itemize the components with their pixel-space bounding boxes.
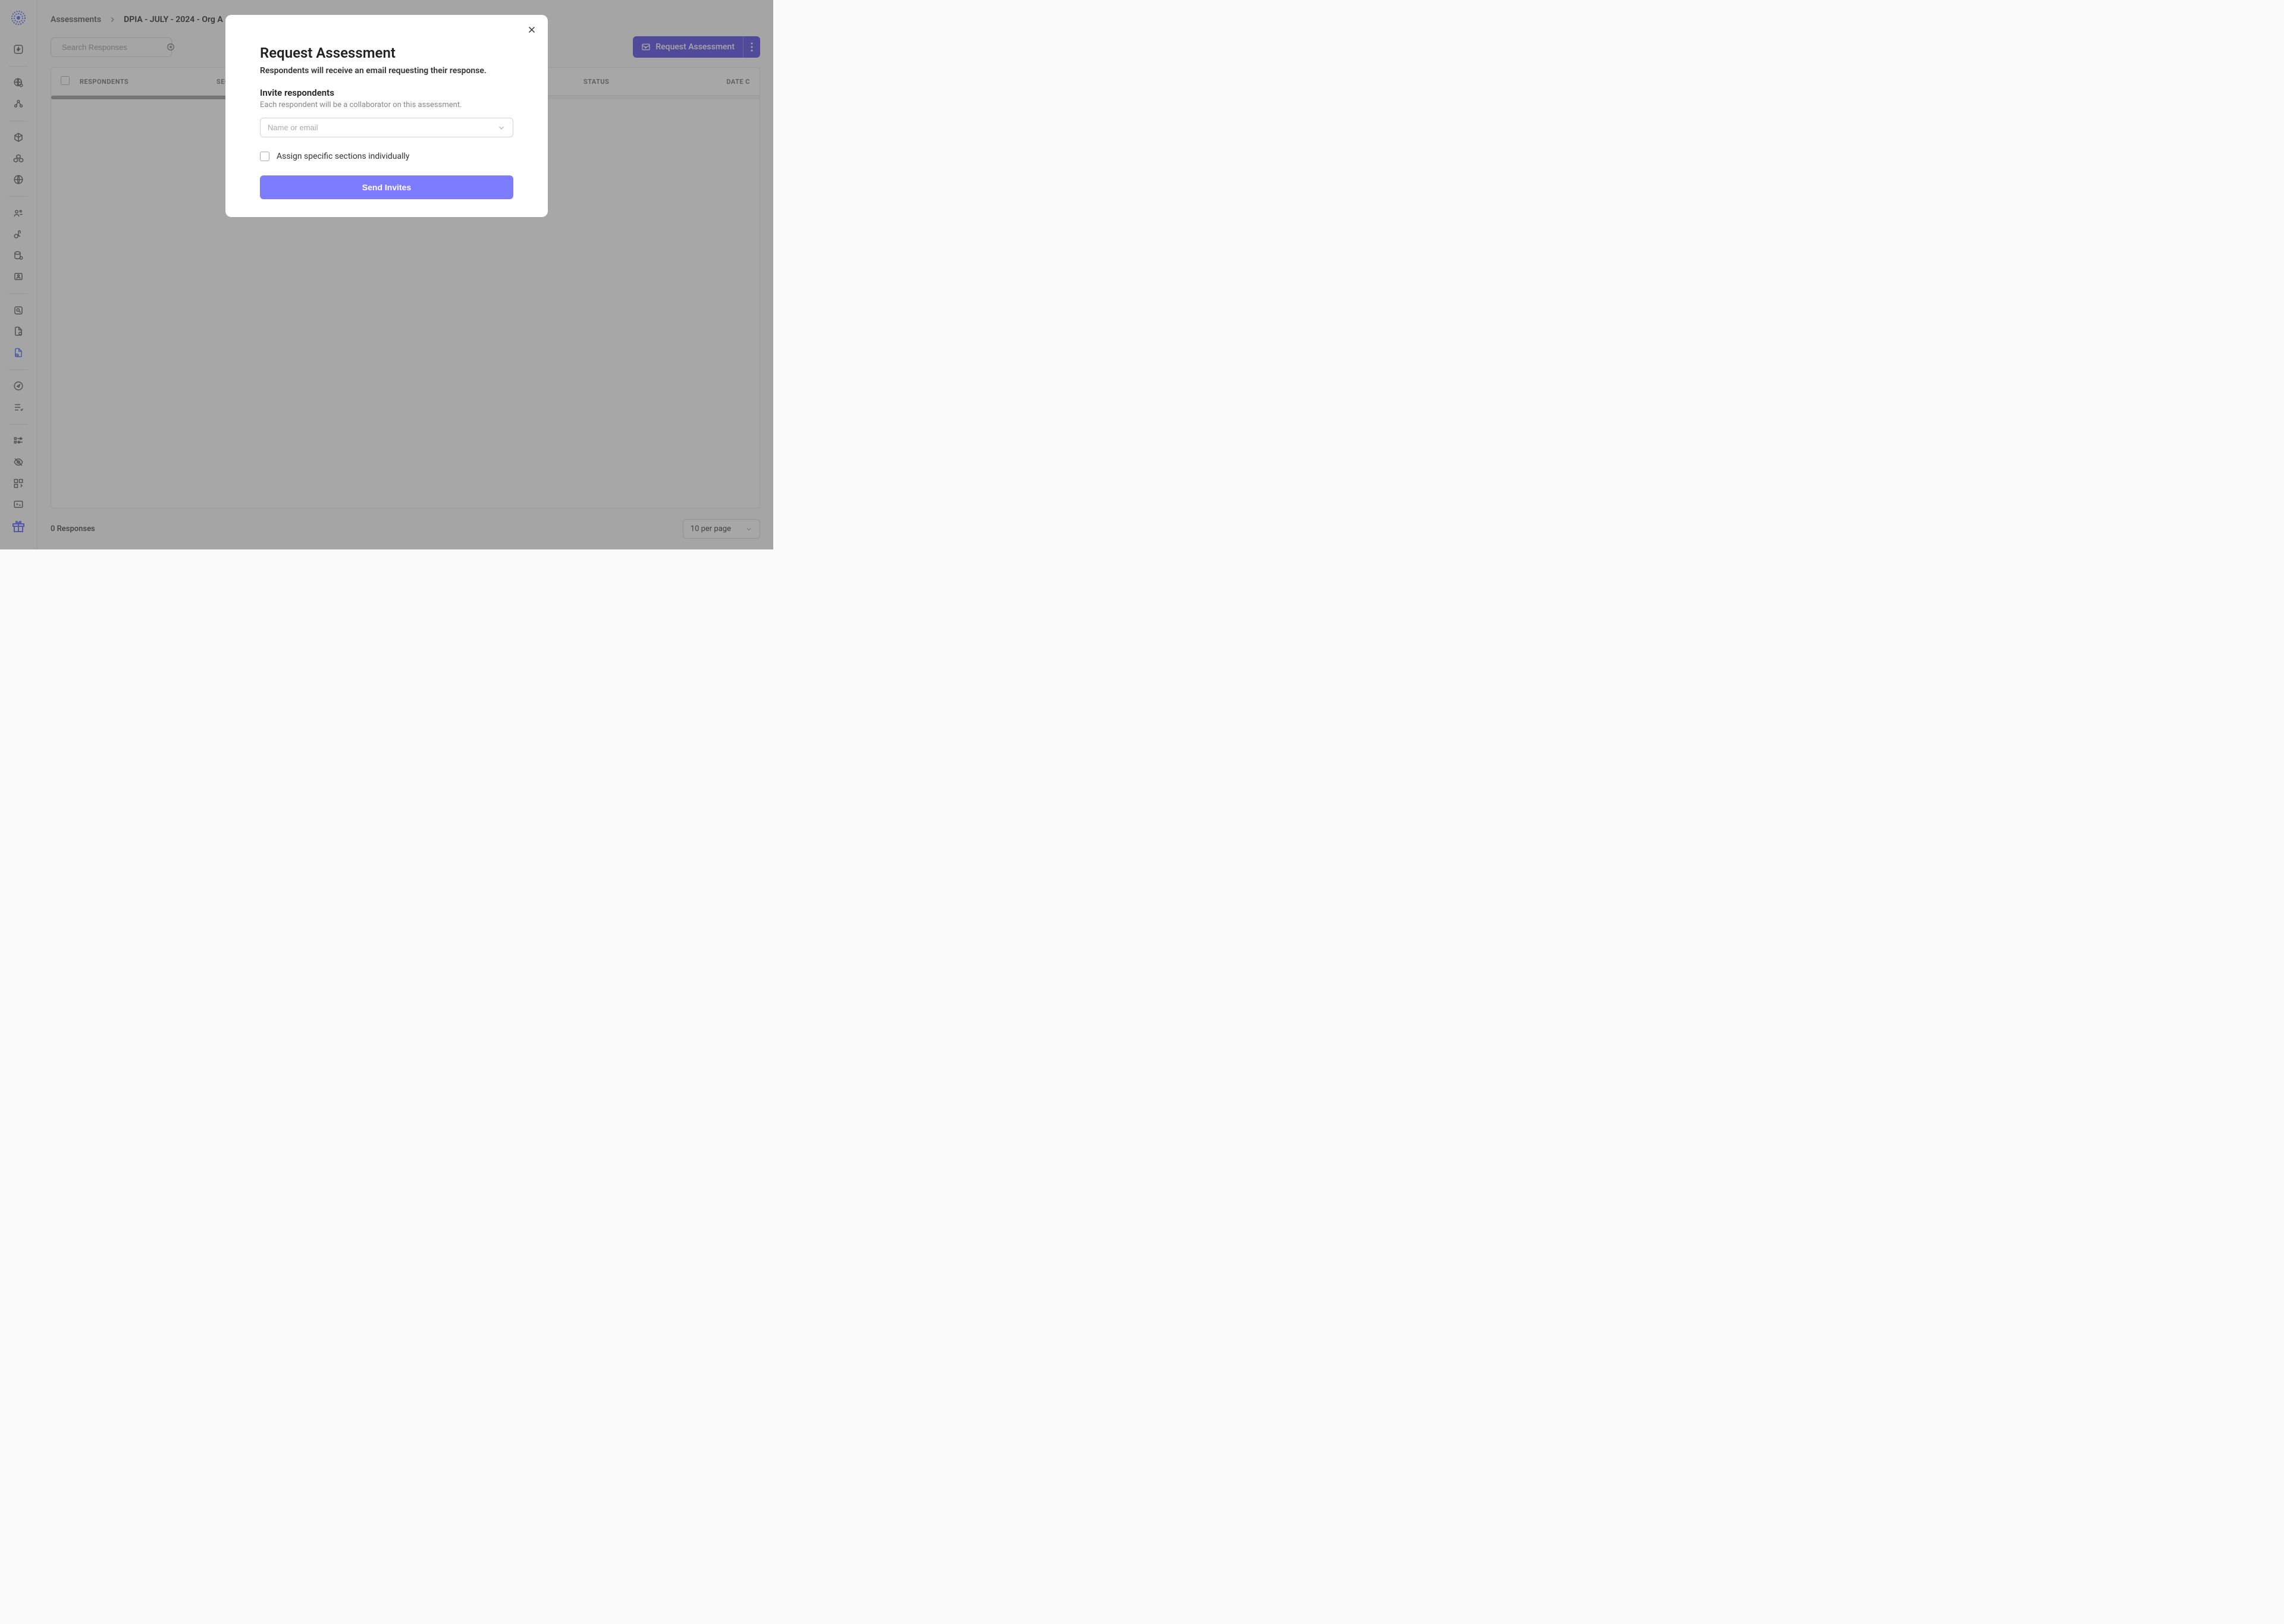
assign-sections-checkbox[interactable] (260, 152, 269, 161)
modal-title: Request Assessment (260, 45, 513, 61)
chevron-down-icon (497, 124, 506, 132)
respondent-input-wrapper[interactable] (260, 118, 513, 137)
close-icon (526, 24, 537, 35)
modal-overlay[interactable]: Request Assessment Respondents will rece… (0, 0, 773, 549)
assign-sections-row: Assign specific sections individually (260, 152, 513, 161)
send-invites-button[interactable]: Send Invites (260, 175, 513, 199)
assign-sections-label: Assign specific sections individually (277, 152, 410, 161)
modal-subtitle: Respondents will receive an email reques… (260, 66, 513, 76)
invite-section-desc: Each respondent will be a collaborator o… (260, 100, 513, 109)
respondent-input[interactable] (268, 123, 497, 132)
request-assessment-modal: Request Assessment Respondents will rece… (225, 15, 548, 217)
invite-section-title: Invite respondents (260, 87, 513, 98)
close-button[interactable] (526, 24, 537, 35)
modal-content: Request Assessment Respondents will rece… (237, 27, 536, 199)
